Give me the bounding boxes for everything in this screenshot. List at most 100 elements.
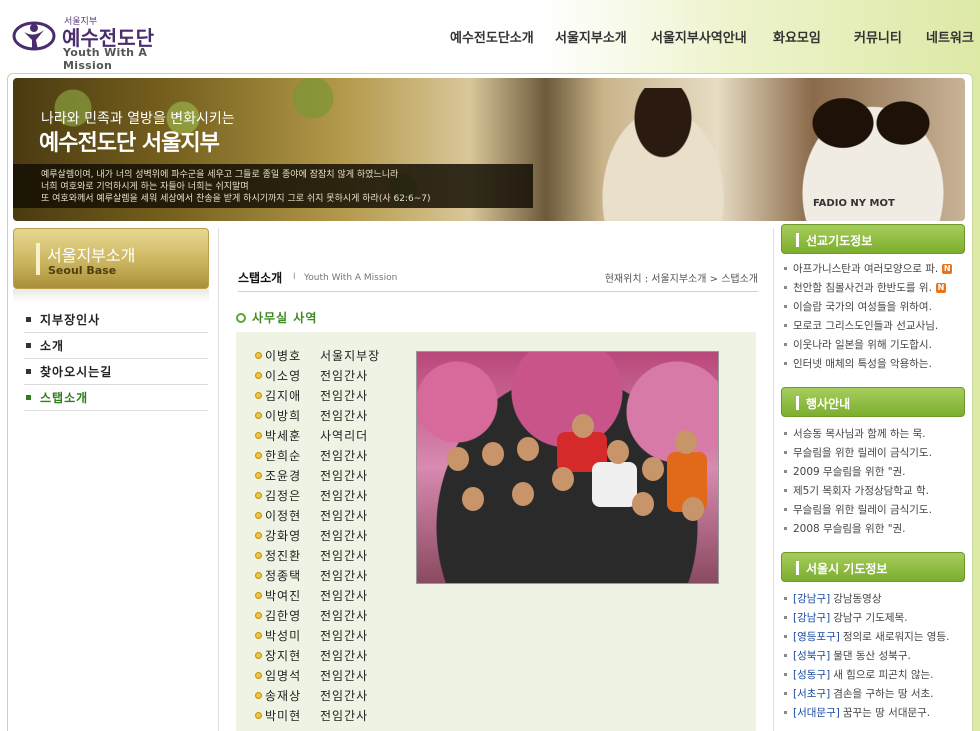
list-item[interactable]: [서대문구] 꿈꾸는 땅 서대문구. bbox=[784, 703, 965, 722]
dot-bullet-icon bbox=[255, 491, 262, 499]
staff-role: 전임간사 bbox=[320, 388, 369, 403]
list-item: 박세훈 사역리더 bbox=[255, 425, 380, 445]
events-box: 행사안내 서승동 목사님과 함께 하는 묵. 무슬림을 위한 릴레이 금식기도.… bbox=[781, 387, 965, 538]
site-header: 서울지부 예수전도단 Youth With A Mission 예수전도단소개 … bbox=[0, 0, 980, 72]
list-item[interactable]: 2009 무슬림을 위한 "권. bbox=[784, 462, 965, 481]
list-item[interactable]: 제5기 목회자 가정상담학교 학. bbox=[784, 481, 965, 500]
list-item[interactable]: 이슬람 국가의 여성들을 위하여. bbox=[784, 297, 965, 316]
dot-bullet-icon bbox=[255, 451, 262, 459]
gnb-item-ministry[interactable]: 서울지부사역안내 bbox=[651, 27, 773, 46]
list-item[interactable]: 천안함 침몰사건과 한반도를 위. N bbox=[784, 278, 965, 297]
list-item: 장지현 전임간사 bbox=[255, 645, 380, 665]
lnb-item-greeting[interactable]: 지부장인사 bbox=[24, 307, 208, 333]
list-item[interactable]: 무슬림을 위한 릴레이 금식기도. bbox=[784, 500, 965, 519]
site-logo[interactable]: 서울지부 예수전도단 Youth With A Mission bbox=[12, 12, 182, 72]
list-item[interactable]: [성동구] 새 힘으로 피곤치 않는. bbox=[784, 665, 965, 684]
bullet-icon bbox=[784, 470, 787, 473]
photo-face bbox=[482, 442, 504, 466]
photo-face bbox=[632, 492, 654, 516]
list-item[interactable]: 모로코 그리스도인들과 선교사님. bbox=[784, 316, 965, 335]
district-label: [강남구] bbox=[793, 612, 831, 624]
list-item[interactable]: [강남구] 강남동영상 bbox=[784, 589, 965, 608]
section-heading-text: 사무실 사역 bbox=[252, 311, 318, 325]
list-item[interactable]: 이웃나라 일본을 위해 기도합시. bbox=[784, 335, 965, 354]
dot-bullet-icon bbox=[255, 531, 262, 539]
events-header[interactable]: 행사안내 bbox=[781, 387, 965, 417]
staff-role: 전임간사 bbox=[320, 408, 369, 423]
list-item[interactable]: 서승동 목사님과 함께 하는 묵. bbox=[784, 424, 965, 443]
staff-name: 정종택 bbox=[265, 568, 302, 583]
banner-title: 예수전도단 서울지부 bbox=[39, 131, 220, 156]
banner-verse-line: 예루살렘이여, 내가 너의 성벽위에 파수군을 세우고 그들로 종일 종야에 잠… bbox=[41, 170, 399, 180]
bullet-icon bbox=[784, 451, 787, 454]
lnb-item-directions[interactable]: 찾아오시는길 bbox=[24, 359, 208, 385]
bullet-icon bbox=[784, 616, 787, 619]
banner-verse-line: 너희 여호와로 기억하시게 하는 자들아 너희는 쉬지말며 bbox=[41, 182, 249, 192]
list-item[interactable]: [영등포구] 정의로 새로워지는 영등. bbox=[784, 627, 965, 646]
photo-face bbox=[462, 487, 484, 511]
staff-name: 이소영 bbox=[265, 368, 302, 383]
district-label: [영등포구] bbox=[793, 631, 840, 643]
list-item[interactable]: 2008 무슬림을 위한 "권. bbox=[784, 519, 965, 538]
staff-group-photo bbox=[416, 351, 719, 584]
list-item[interactable]: [성북구] 물댄 동산 성북구. bbox=[784, 646, 965, 665]
ring-bullet-icon bbox=[236, 312, 246, 323]
lnb-title-korean: 서울지부소개 bbox=[47, 246, 136, 265]
dot-bullet-icon bbox=[255, 551, 262, 559]
list-item[interactable]: 인터넷 매체의 특성을 악용하는. bbox=[784, 354, 965, 373]
photo-face bbox=[607, 440, 629, 464]
gnb-item-community[interactable]: 커뮤니티 bbox=[854, 27, 926, 46]
gnb-item-tuesday[interactable]: 화요모임 bbox=[773, 27, 854, 46]
dot-bullet-icon bbox=[255, 711, 262, 719]
lnb-item-staff[interactable]: 스탭소개 bbox=[24, 385, 208, 411]
content-header: 스탭소개 I Youth With A Mission 현재위치 : 서울지부소… bbox=[238, 268, 758, 292]
district-label: [서초구] bbox=[793, 688, 831, 700]
list-item: 한희순 전임간사 bbox=[255, 445, 380, 465]
staff-role: 전임간사 bbox=[320, 528, 369, 543]
staff-name: 이병호 bbox=[265, 348, 302, 363]
staff-name: 강화영 bbox=[265, 528, 302, 543]
bullet-icon bbox=[784, 362, 787, 365]
lnb-item-about[interactable]: 소개 bbox=[24, 333, 208, 359]
bullet-icon bbox=[784, 597, 787, 600]
new-badge: N bbox=[935, 282, 946, 293]
banner-verse: 예루살렘이여, 내가 너의 성벽위에 파수군을 세우고 그들로 종일 종야에 잠… bbox=[13, 164, 533, 208]
events-list: 서승동 목사님과 함께 하는 묵. 무슬림을 위한 릴레이 금식기도. 2009… bbox=[781, 417, 965, 538]
staff-role: 전임간사 bbox=[320, 588, 369, 603]
square-bullet-icon bbox=[26, 395, 31, 400]
staff-name: 박세훈 bbox=[265, 428, 302, 443]
staff-role: 전임간사 bbox=[320, 668, 369, 683]
staff-name: 박성미 bbox=[265, 628, 302, 643]
list-item[interactable]: [강남구] 강남구 기도제목. bbox=[784, 608, 965, 627]
gnb-item-network[interactable]: 네트워크 bbox=[926, 27, 974, 46]
staff-name: 박미현 bbox=[265, 708, 302, 723]
staff-name: 임명석 bbox=[265, 668, 302, 683]
photo-face bbox=[552, 467, 574, 491]
list-item: 정종택 전임간사 bbox=[255, 565, 380, 585]
staff-role: 전임간사 bbox=[320, 708, 369, 723]
list-item-text: 제5기 목회자 가정상담학교 학. bbox=[793, 485, 929, 497]
seoul-prayer-header[interactable]: 서울시 기도정보 bbox=[781, 552, 965, 582]
list-item: 이방희 전임간사 bbox=[255, 405, 380, 425]
gnb-item-intro[interactable]: 예수전도단소개 bbox=[450, 27, 555, 46]
photo-face bbox=[572, 414, 594, 438]
list-item: 강화영 전임간사 bbox=[255, 525, 380, 545]
list-item[interactable]: [서초구] 겸손을 구하는 땅 서초. bbox=[784, 684, 965, 703]
right-divider bbox=[773, 228, 774, 731]
list-item-text: 강남구 기도제목. bbox=[833, 612, 908, 624]
photo-face bbox=[682, 497, 704, 521]
list-item: 정진환 전임간사 bbox=[255, 545, 380, 565]
bullet-icon bbox=[784, 343, 787, 346]
list-item[interactable]: 무슬림을 위한 릴레이 금식기도. bbox=[784, 443, 965, 462]
title-separator: I bbox=[293, 272, 296, 282]
square-bullet-icon bbox=[26, 369, 31, 374]
list-item[interactable]: 아프가니스탄과 여러모양으로 파. N bbox=[784, 259, 965, 278]
gnb-item-seoul-intro[interactable]: 서울지부소개 bbox=[555, 27, 651, 46]
staff-role: 전임간사 bbox=[320, 608, 369, 623]
lnb-item-label: 소개 bbox=[40, 339, 65, 353]
list-item: 김한영 전임간사 bbox=[255, 605, 380, 625]
staff-role: 전임간사 bbox=[320, 568, 369, 583]
list-item: 박미현 전임간사 bbox=[255, 705, 380, 725]
prayer-info-header[interactable]: 선교기도정보 bbox=[781, 224, 965, 254]
main-banner: 나라와 민족과 열방을 변화시키는 예수전도단 서울지부 예루살렘이여, 내가 … bbox=[13, 78, 965, 221]
